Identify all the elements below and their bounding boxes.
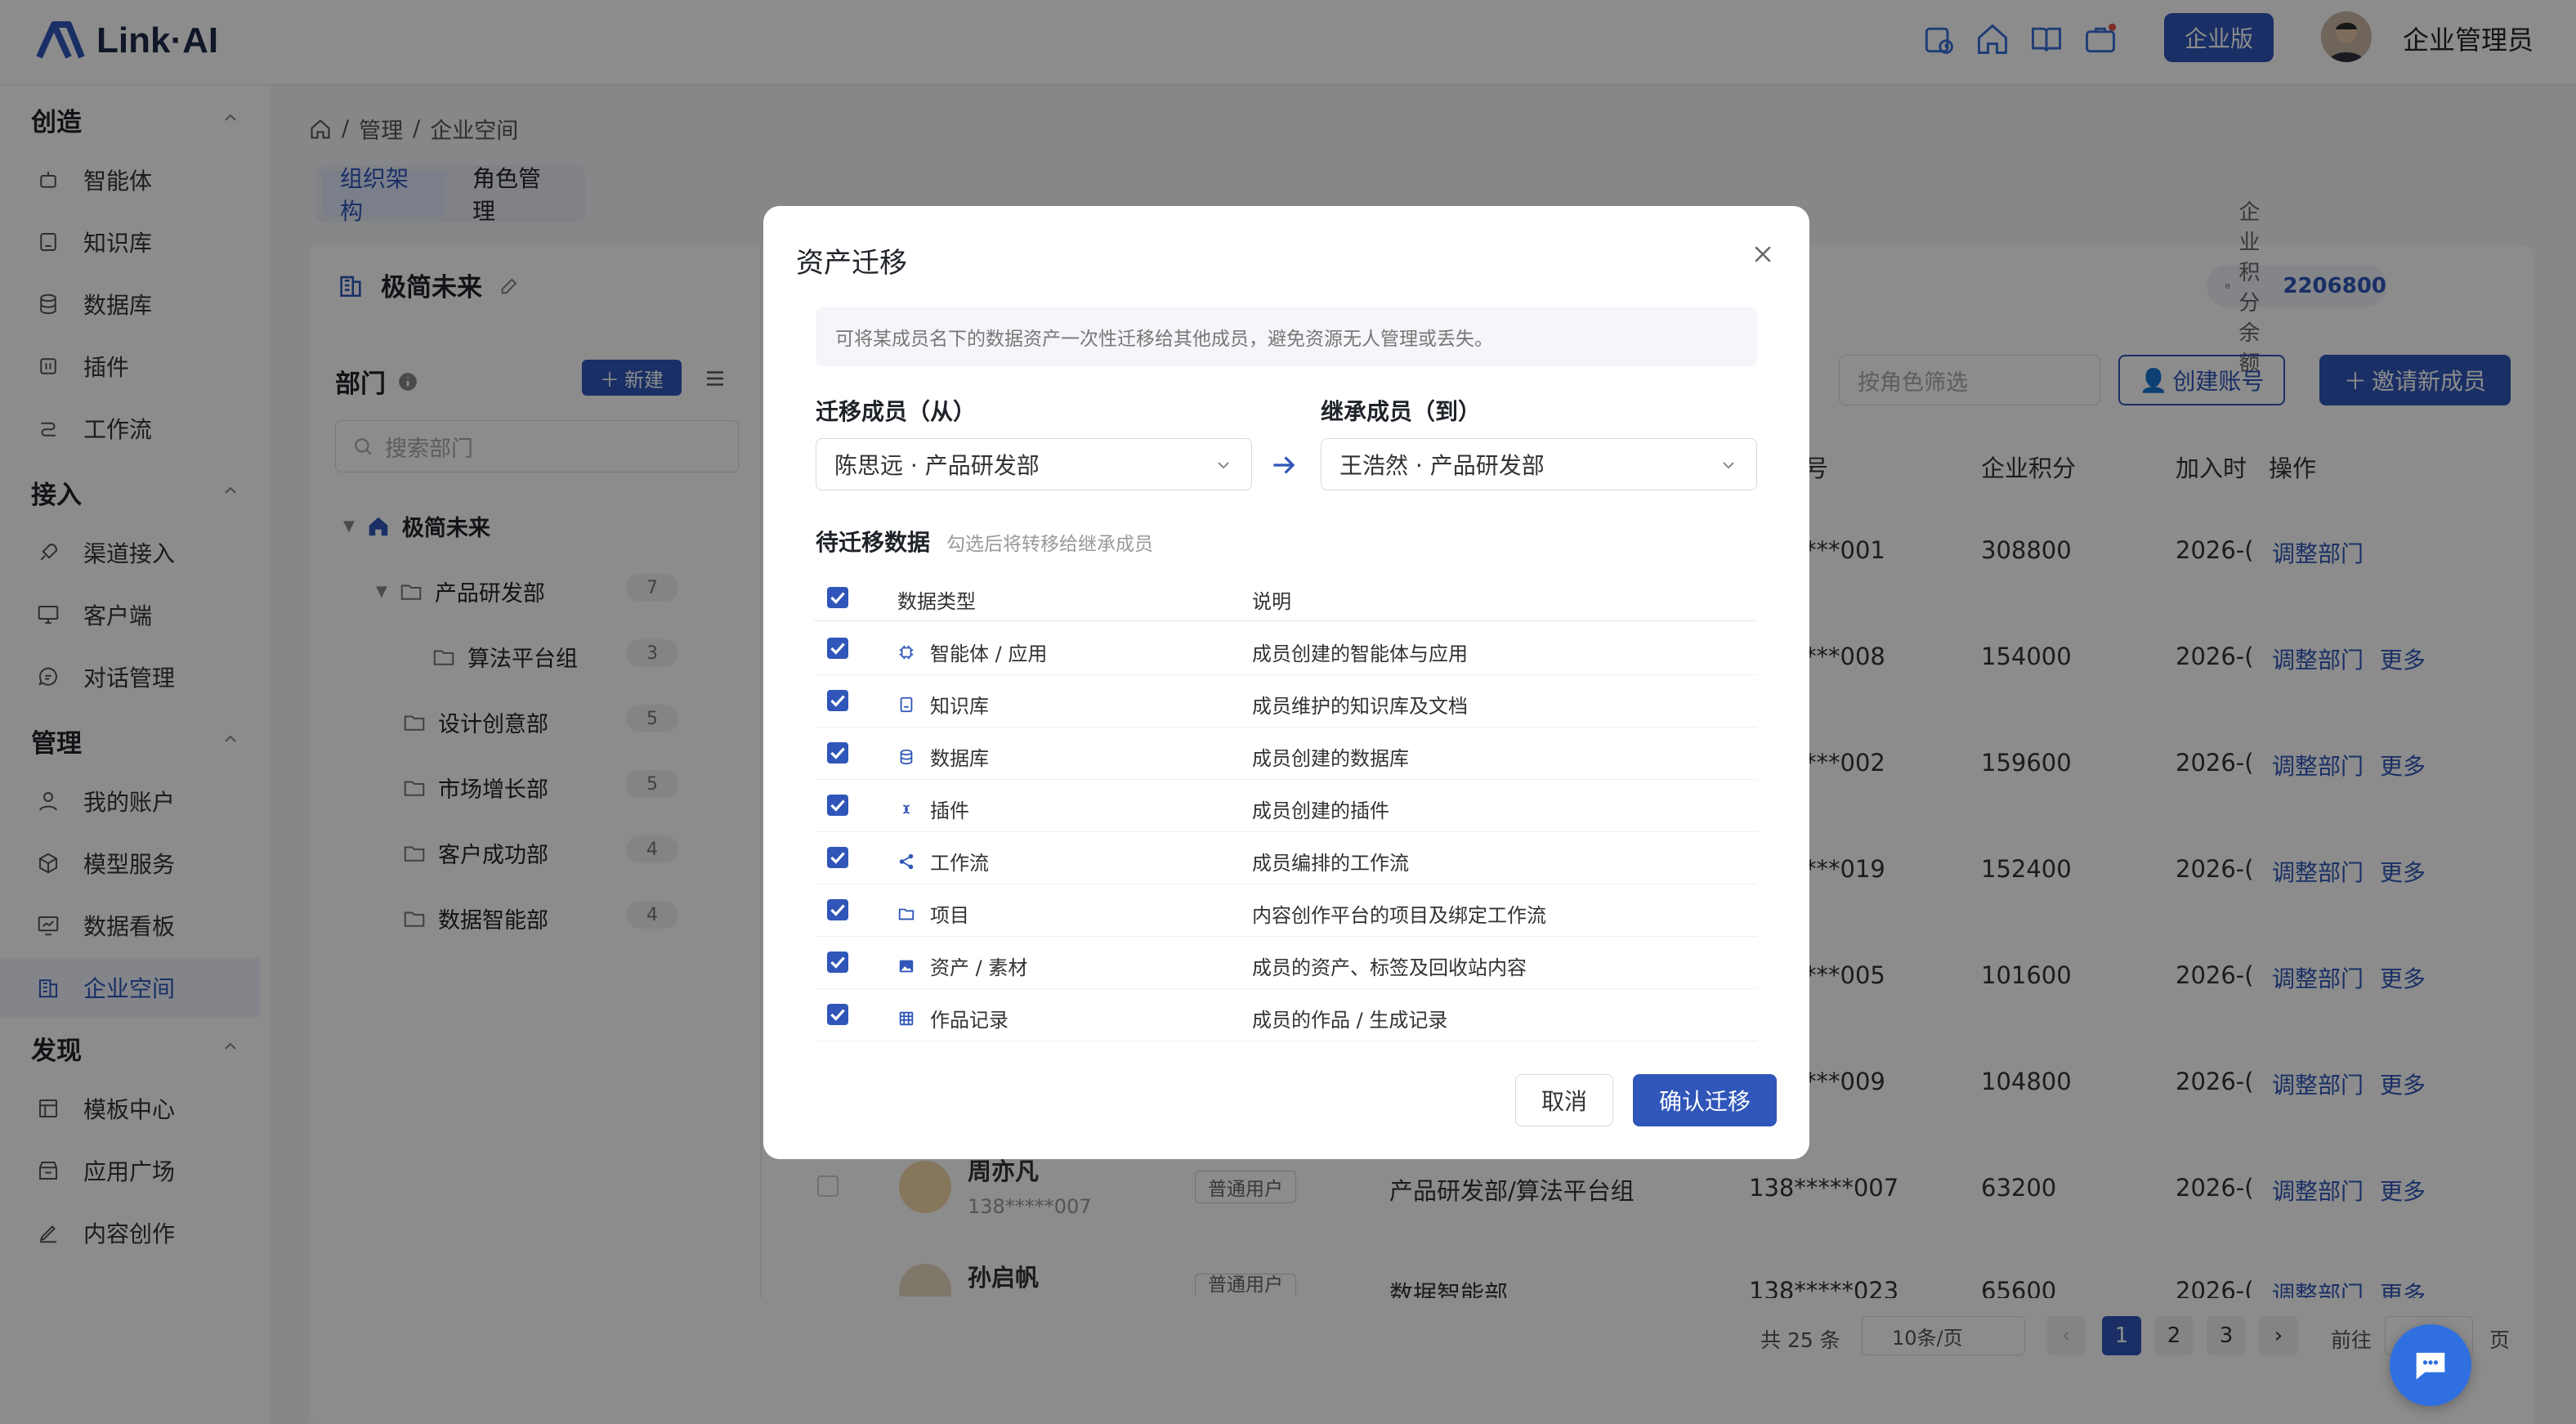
pending-data-header: 待迁移数据 勾选后将转移给继承成员: [816, 525, 1153, 558]
data-desc: 成员的作品 / 生成记录: [1252, 1009, 1448, 1032]
confirm-transfer-button[interactable]: 确认迁移: [1633, 1074, 1777, 1126]
cancel-button[interactable]: 取消: [1515, 1074, 1613, 1126]
data-type-label: 工作流: [930, 852, 989, 875]
data-desc: 成员的资产、标签及回收站内容: [1252, 956, 1527, 979]
transfer-table-header: 数据类型 说明: [814, 575, 1757, 621]
from-member-value: 陈思远 · 产品研发部: [834, 452, 1040, 479]
transfer-row[interactable]: 智能体 / 应用 成员创建的智能体与应用: [814, 623, 1757, 675]
data-type-label: 数据库: [930, 747, 989, 770]
to-member-select[interactable]: 王浩然 · 产品研发部: [1321, 438, 1757, 490]
data-type-label: 知识库: [930, 695, 989, 718]
pending-title: 待迁移数据: [816, 529, 931, 556]
to-member-value: 王浩然 · 产品研发部: [1339, 452, 1545, 479]
select-all-checkbox[interactable]: [827, 587, 848, 608]
data-type-label: 资产 / 素材: [930, 956, 1028, 979]
transfer-row[interactable]: 知识库 成员维护的知识库及文档: [814, 675, 1757, 728]
modal-tip: 可将某成员名下的数据资产一次性迁移给其他成员，避免资源无人管理或丢失。: [816, 307, 1757, 366]
transfer-row[interactable]: 项目 内容创作平台的项目及绑定工作流: [814, 884, 1757, 937]
transfer-row[interactable]: 资产 / 素材 成员的资产、标签及回收站内容: [814, 937, 1757, 989]
data-type-cell: 智能体 / 应用: [897, 638, 1047, 666]
data-desc: 内容创作平台的项目及绑定工作流: [1252, 904, 1546, 927]
row-checkbox[interactable]: [827, 899, 848, 920]
row-checkbox[interactable]: [827, 742, 848, 763]
share-icon: [899, 853, 914, 869]
data-type-cell: 资产 / 素材: [897, 952, 1027, 980]
from-member-select[interactable]: 陈思远 · 产品研发部: [816, 438, 1252, 490]
row-checkbox[interactable]: [827, 847, 848, 868]
data-type-label: 项目: [930, 904, 969, 927]
row-checkbox[interactable]: [827, 690, 848, 711]
arrow-right-icon: [1273, 456, 1295, 474]
book-icon: [900, 696, 913, 712]
grid-icon: [899, 1011, 914, 1025]
transfer-row[interactable]: 作品记录 成员的作品 / 生成记录: [814, 989, 1757, 1041]
column-header-desc: 说明: [1252, 590, 1291, 613]
transfer-row[interactable]: 数据库 成员创建的数据库: [814, 728, 1757, 780]
data-desc: 成员创建的数据库: [1252, 747, 1409, 770]
database-icon: [900, 749, 913, 764]
row-checkbox[interactable]: [827, 795, 848, 816]
row-checkbox[interactable]: [827, 952, 848, 973]
chevron-down-icon: [1218, 462, 1229, 469]
chat-float-button[interactable]: [2390, 1324, 2471, 1406]
data-desc: 成员编排的工作流: [1252, 852, 1409, 875]
image-icon: [899, 960, 914, 972]
data-type-label: 作品记录: [930, 1009, 1008, 1032]
transfer-row[interactable]: 工作流 成员编排的工作流: [814, 832, 1757, 884]
data-desc: 成员创建的智能体与应用: [1252, 643, 1468, 665]
folder-icon: [898, 908, 915, 920]
data-type-cell: 项目: [897, 899, 969, 928]
close-icon[interactable]: [1751, 242, 1775, 266]
modal-title: 资产迁移: [796, 247, 907, 280]
to-member-label: 继承成员（到）: [1321, 398, 1482, 425]
data-type-cell: 作品记录: [897, 1004, 1008, 1032]
row-checkbox[interactable]: [827, 1004, 848, 1025]
plugin-icon: [903, 804, 910, 813]
chip-icon: [899, 645, 914, 659]
data-desc: 成员维护的知识库及文档: [1252, 695, 1468, 718]
data-type-cell: 知识库: [897, 690, 989, 719]
data-desc: 成员创建的插件: [1252, 799, 1389, 822]
data-type-label: 插件: [930, 799, 969, 822]
chevron-down-icon: [1723, 462, 1734, 469]
data-type-cell: 插件: [897, 795, 969, 823]
data-type-cell: 工作流: [897, 847, 989, 875]
data-type-label: 智能体 / 应用: [930, 643, 1048, 665]
pending-subtitle: 勾选后将转移给继承成员: [946, 534, 1154, 555]
column-header-type: 数据类型: [897, 590, 976, 613]
transfer-row[interactable]: 插件 成员创建的插件: [814, 780, 1757, 832]
data-type-cell: 数据库: [897, 742, 989, 771]
chat-bubble-icon: [2416, 1352, 2445, 1380]
row-checkbox[interactable]: [827, 638, 848, 659]
from-member-label: 迁移成员（从）: [816, 398, 977, 425]
